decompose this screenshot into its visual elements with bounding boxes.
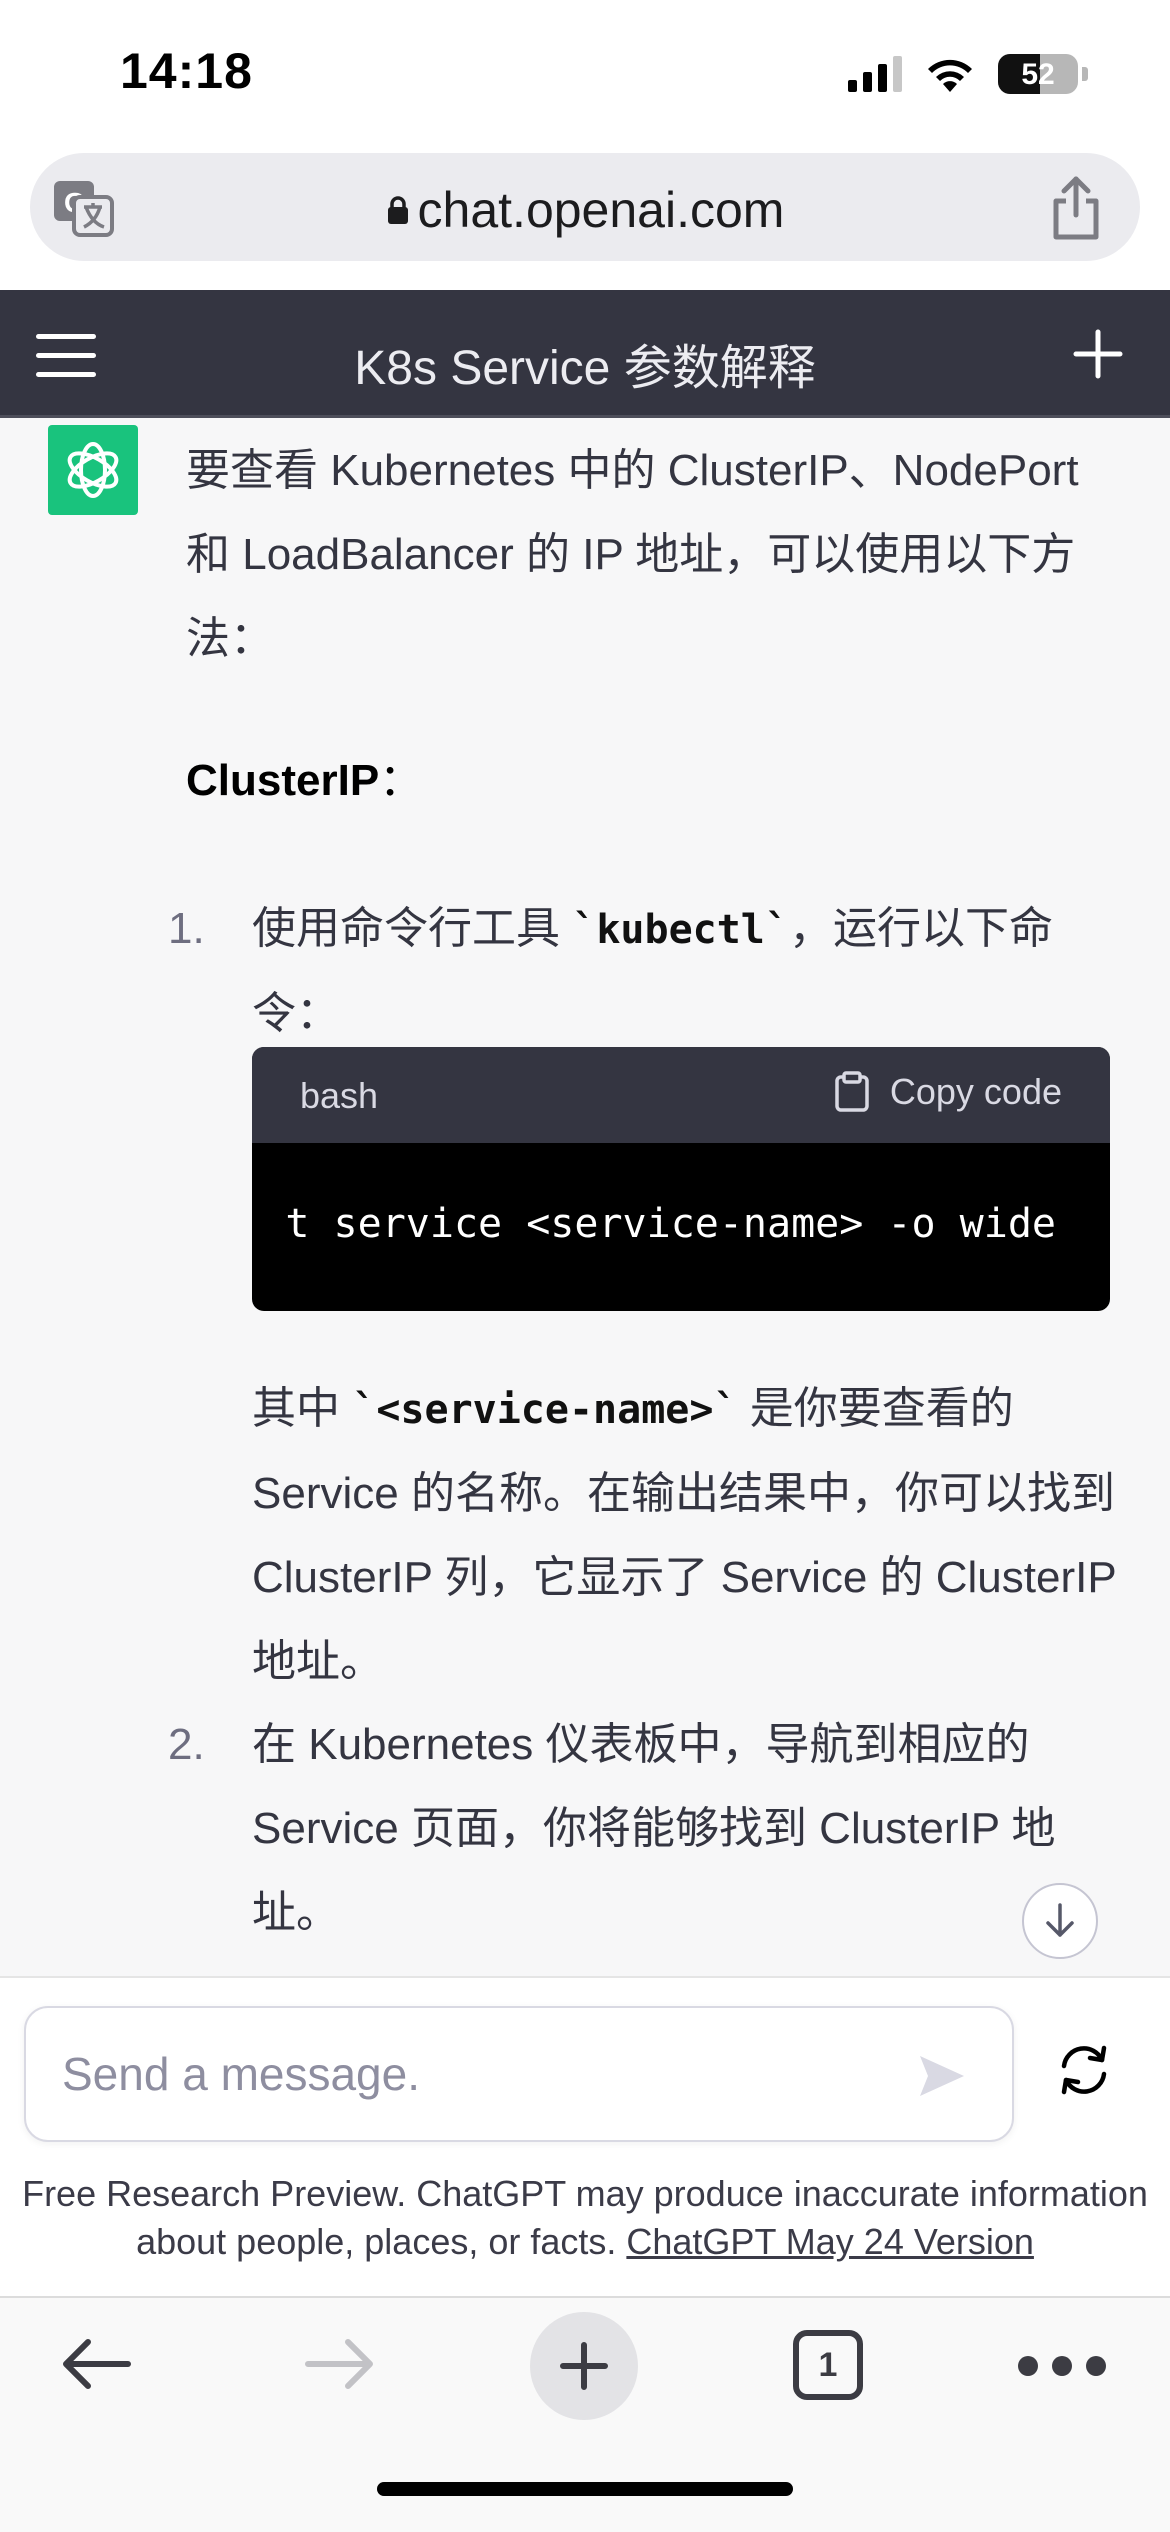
browser-toolbar: 1 [0, 2296, 1170, 2532]
list-item-text: 使用命令行工具 `kubectl`，运行以下命令： [252, 904, 1053, 1038]
chat-area[interactable]: 要查看 Kubernetes 中的 ClusterIP、NodePort 和 L… [0, 421, 1170, 1976]
clipboard-icon [835, 1071, 869, 1112]
code-body[interactable]: t service <service-name> -o wide [252, 1143, 1110, 1311]
copy-code-label: Copy code [889, 1071, 1062, 1112]
code-line: t service <service-name> -o wide [285, 1201, 1056, 1247]
status-icons: 52 [848, 54, 1088, 94]
plus-icon [560, 2342, 608, 2390]
version-link[interactable]: ChatGPT May 24 Version [626, 2221, 1034, 2262]
inline-code: `kubectl` [572, 907, 789, 953]
url-label: chat.openai.com [417, 182, 785, 238]
new-chat-plus-icon[interactable] [1072, 328, 1124, 380]
url-text[interactable]: chat.openai.com [30, 181, 1140, 239]
list-item-followup: 其中 `<service-name>` 是你要查看的 Service 的名称。在… [252, 1384, 1116, 1686]
tab-switcher-button[interactable]: 1 [793, 2330, 863, 2400]
share-icon[interactable] [1046, 175, 1106, 241]
wifi-icon [928, 59, 972, 92]
code-block-header: bash Copy code [252, 1047, 1110, 1143]
arrow-down-icon [1046, 1903, 1074, 1937]
code-language: bash [300, 1075, 379, 1116]
composer-area: Free Research Preview. ChatGPT may produ… [0, 1976, 1170, 2296]
cellular-signal-icon [848, 56, 902, 92]
copy-code-button[interactable]: Copy code [834, 1071, 1062, 1113]
new-tab-button[interactable] [530, 2312, 638, 2420]
inline-code: `<service-name>` [352, 1387, 738, 1433]
address-bar[interactable]: G chat.openai.com [30, 153, 1140, 261]
forward-arrow-icon[interactable] [302, 2334, 378, 2394]
openai-logo-icon [67, 442, 119, 498]
list-number: 2. [168, 1720, 205, 1769]
message-input[interactable] [62, 2042, 882, 2106]
send-icon[interactable] [916, 2052, 968, 2100]
message-input-box[interactable] [24, 2006, 1014, 2142]
section-heading: ClusterIP： [186, 756, 424, 805]
browser-address-area: G chat.openai.com [0, 145, 1170, 290]
home-indicator [377, 2482, 793, 2496]
code-block: bash Copy code t service <service-name> … [252, 1047, 1110, 1311]
battery-percent: 52 [1021, 58, 1055, 91]
conversation-title: K8s Service 参数解释 [354, 342, 816, 395]
status-time: 14:18 [120, 43, 253, 99]
more-options-icon[interactable] [1018, 2356, 1106, 2376]
regenerate-icon[interactable] [1054, 2040, 1114, 2100]
list-number: 1. [168, 904, 205, 953]
status-bar: 14:18 52 [0, 0, 1170, 145]
chatgpt-avatar-icon [48, 425, 138, 515]
assistant-message-intro: 要查看 Kubernetes 中的 ClusterIP、NodePort 和 L… [186, 446, 1079, 663]
disclaimer-text: Free Research Preview. ChatGPT may produ… [22, 2173, 1148, 2262]
lock-icon [387, 196, 408, 224]
back-arrow-icon[interactable] [58, 2334, 134, 2394]
scroll-to-bottom-button[interactable] [1022, 1883, 1098, 1959]
chat-header: K8s Service 参数解释 [0, 290, 1170, 418]
list-item-text: 在 Kubernetes 仪表板中，导航到相应的 Service 页面，你将能够… [252, 1720, 1056, 1937]
battery-icon: 52 [998, 54, 1078, 94]
